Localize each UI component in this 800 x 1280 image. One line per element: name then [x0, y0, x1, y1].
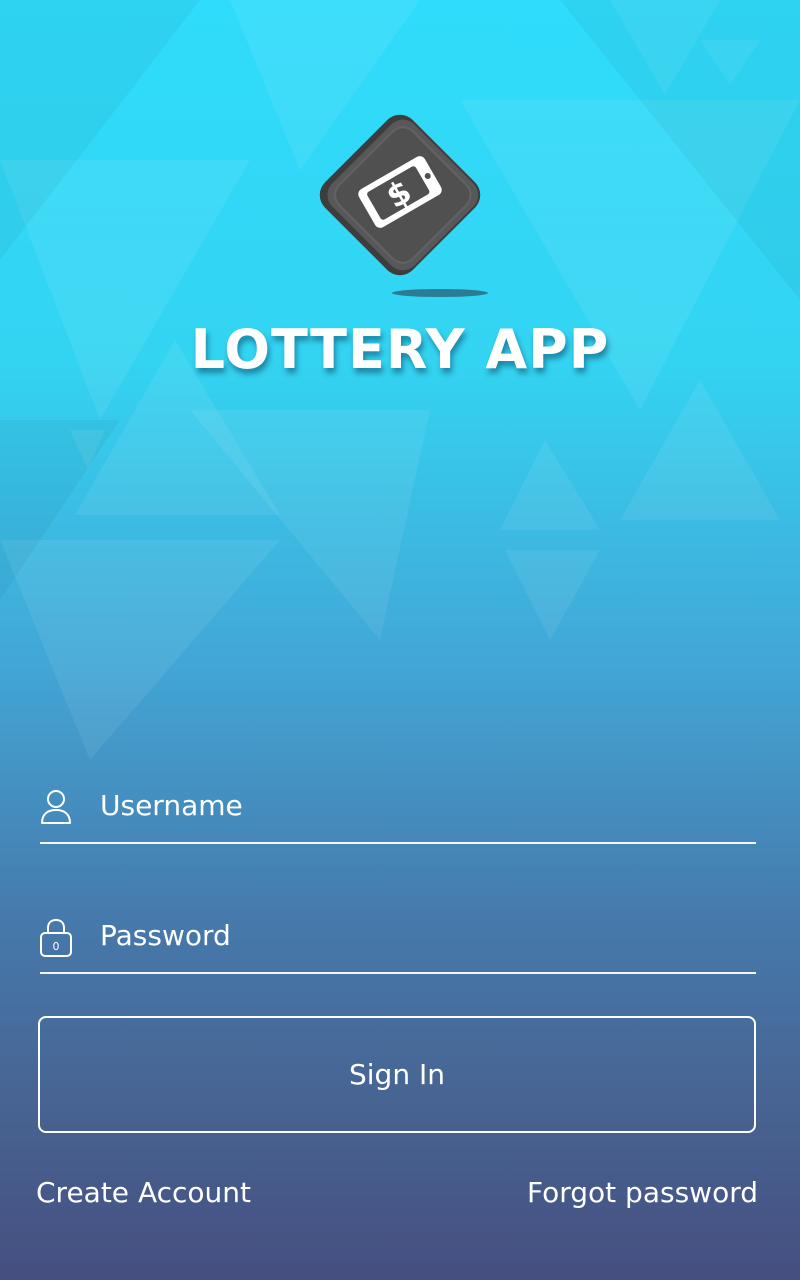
lock-icon: 0 — [40, 918, 72, 958]
app-logo: $ — [300, 95, 500, 305]
username-input[interactable] — [100, 782, 740, 828]
create-account-link[interactable]: Create Account — [36, 1176, 251, 1209]
app-title: LOTTERY APP — [190, 318, 610, 381]
forgot-password-link[interactable]: Forgot password — [527, 1176, 758, 1209]
svg-text:0: 0 — [53, 940, 60, 953]
username-field[interactable] — [40, 782, 756, 844]
password-input[interactable] — [100, 912, 740, 958]
password-field[interactable]: 0 — [40, 912, 756, 974]
sign-in-button[interactable]: Sign In — [38, 1016, 756, 1133]
user-icon — [40, 788, 72, 828]
